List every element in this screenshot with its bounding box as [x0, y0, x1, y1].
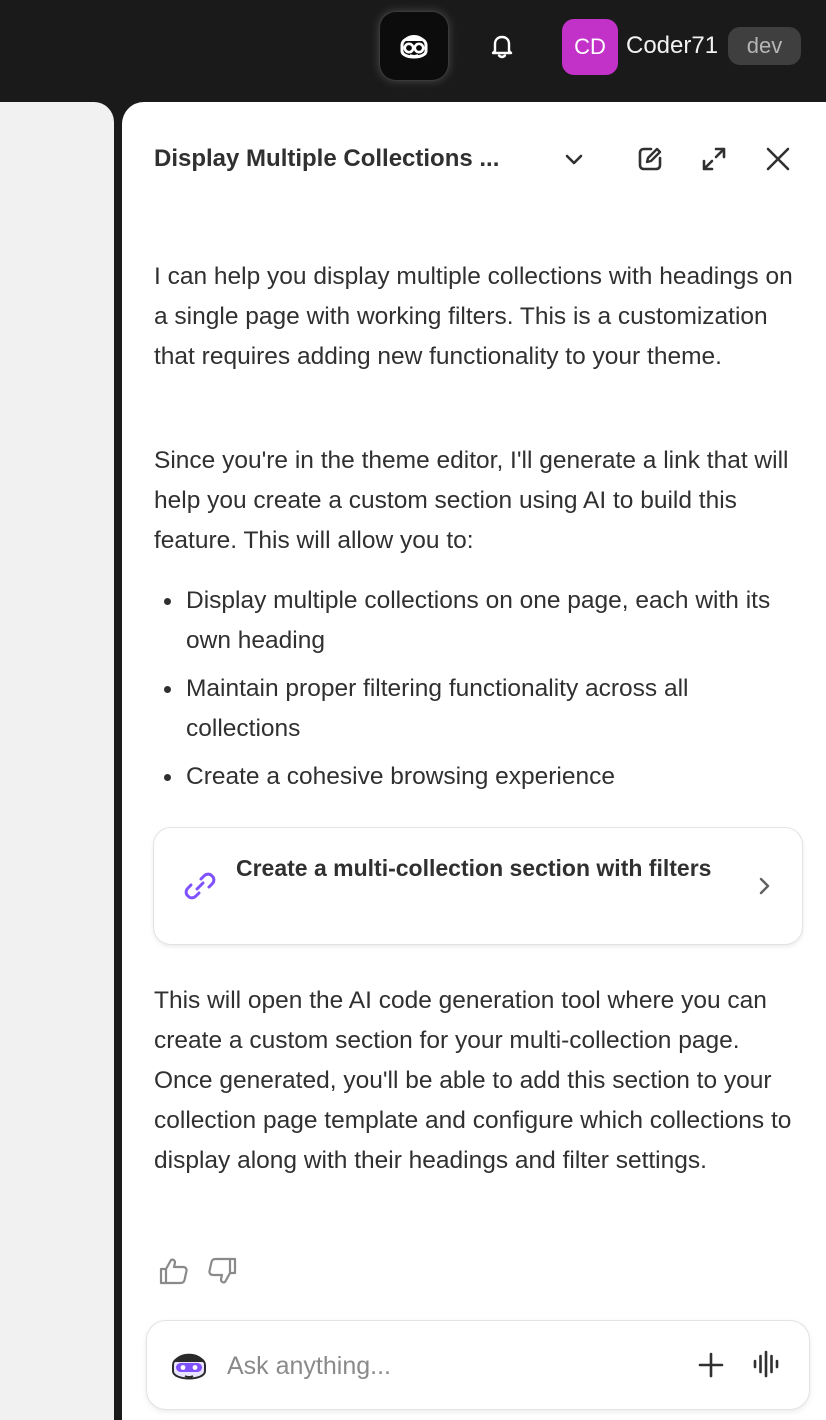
- bullet-list: Display multiple collections on one page…: [154, 581, 804, 805]
- voice-icon[interactable]: [751, 1349, 781, 1379]
- avatar[interactable]: CD: [562, 19, 618, 75]
- message-paragraph: Since you're in the theme editor, I'll g…: [154, 447, 789, 554]
- dev-badge: dev: [728, 27, 801, 65]
- message-paragraph: I can help you display multiple collecti…: [154, 263, 793, 370]
- chevron-down-icon: [565, 154, 583, 165]
- chat-switch-button[interactable]: [553, 138, 595, 180]
- plus-icon[interactable]: [697, 1351, 725, 1379]
- link-icon: [184, 872, 216, 900]
- composer: [146, 1320, 810, 1410]
- chat-title[interactable]: Display Multiple Collections ...: [154, 140, 534, 178]
- ask-input[interactable]: [227, 1345, 667, 1387]
- chevron-right-icon: [759, 877, 770, 895]
- sidekick-face-icon: [400, 35, 428, 59]
- bell-icon: [491, 35, 513, 59]
- sidekick-avatar-icon: [172, 1353, 206, 1380]
- list-item: Create a cohesive browsing experience: [154, 757, 804, 797]
- thumbs-down-icon[interactable]: [205, 1254, 239, 1288]
- expand-icon: [702, 147, 726, 171]
- compose-icon: [638, 147, 662, 171]
- message-paragraph: This will open the AI code generation to…: [154, 987, 792, 1174]
- username[interactable]: Coder71: [626, 30, 718, 62]
- link-card-label: Create a multi-collection section with f…: [236, 855, 712, 881]
- close-button[interactable]: [757, 138, 799, 180]
- list-item: Maintain proper filtering functionality …: [154, 669, 804, 749]
- close-icon: [766, 147, 790, 171]
- sidekick-button[interactable]: [380, 12, 448, 80]
- create-section-link-card[interactable]: Create a multi-collection section with f…: [153, 827, 803, 945]
- new-chat-button[interactable]: [629, 138, 671, 180]
- left-panel: [0, 102, 114, 1420]
- list-item: Display multiple collections on one page…: [154, 581, 804, 661]
- notifications-button[interactable]: [478, 22, 526, 70]
- expand-button[interactable]: [693, 138, 735, 180]
- thumbs-up-icon[interactable]: [157, 1254, 191, 1288]
- top-bar: CD Coder71 dev: [0, 0, 826, 96]
